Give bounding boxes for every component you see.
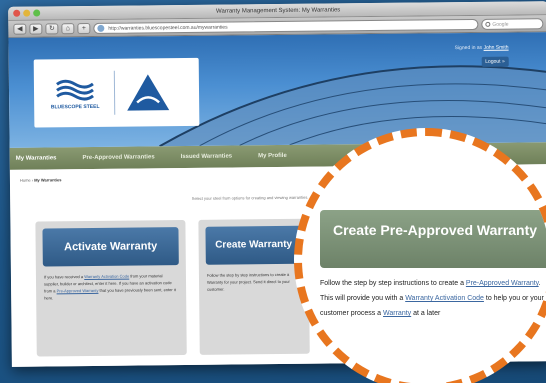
zoom-activation-code-link[interactable]: Warranty Activation Code — [405, 295, 484, 302]
bluescope-waves-icon — [56, 79, 94, 101]
nav-item-issued-warranties[interactable]: Issued Warranties — [181, 154, 233, 161]
home-icon[interactable]: ⌂ — [61, 22, 75, 34]
activation-code-link[interactable]: Warranty Activation Code — [84, 274, 129, 279]
logo-panel: BLUESCOPE STEEL — [33, 57, 200, 128]
activate-warranty-card[interactable]: Activate Warranty If you have received a… — [35, 219, 187, 357]
close-window-button[interactable] — [13, 9, 21, 17]
back-button[interactable]: ◀ — [13, 23, 27, 35]
activate-warranty-description: If you have received a Warranty Activati… — [44, 272, 178, 301]
nav-item-pre-approved-warranties[interactable]: Pre-Approved Warranties — [82, 154, 154, 161]
globe-icon — [97, 24, 105, 32]
address-bar[interactable]: http://warranties.bluescopesteel.com.au/… — [93, 18, 479, 34]
signed-in-status: Signed in as John Smith — [455, 45, 509, 52]
colorbond-triangle-logo — [127, 74, 170, 111]
signed-in-prefix: Signed in as — [454, 44, 483, 52]
zoom-text-d: at a later — [411, 310, 441, 317]
zoom-warranty-link[interactable]: Warranty — [383, 310, 411, 317]
breadcrumb: Home › My Warranties — [20, 177, 62, 182]
zoom-window-button[interactable] — [33, 9, 41, 17]
zoom-pre-approved-warranty-link[interactable]: Pre-Approved Warranty — [466, 280, 539, 287]
bluescope-logo: BLUESCOPE STEEL — [46, 76, 104, 111]
zoom-text-a: Follow the step by step instructions to … — [320, 280, 466, 287]
search-placeholder: Google — [492, 21, 509, 28]
window-controls — [13, 9, 41, 17]
reload-icon[interactable]: ↻ — [45, 22, 59, 34]
create-pre-approved-warranty-button[interactable]: Create Pre-Approved Warranty — [320, 210, 546, 268]
breadcrumb-home[interactable]: Home — [20, 178, 31, 183]
minimize-window-button[interactable] — [23, 9, 31, 17]
create-warranty-button[interactable]: Create Warranty — [205, 225, 302, 265]
search-input[interactable]: Google — [481, 17, 544, 30]
breadcrumb-current: My Warranties — [34, 177, 62, 183]
window-title: Warranty Management System: My Warrantie… — [216, 7, 341, 15]
forward-button[interactable]: ▶ — [29, 22, 43, 35]
activate-warranty-button[interactable]: Activate Warranty — [42, 227, 179, 267]
nav-item-my-warranties[interactable]: My Warranties — [16, 155, 57, 161]
nav-item-my-profile[interactable]: My Profile — [258, 153, 287, 159]
search-icon — [485, 21, 491, 27]
address-bar-url: http://warranties.bluescopesteel.com.au/… — [108, 24, 228, 32]
create-pre-approved-description: Follow the step by step instructions to … — [320, 276, 546, 321]
activate-text-a: If you have received a — [43, 274, 85, 280]
pre-approved-warranty-link[interactable]: Pre-Approved Warranty — [57, 288, 99, 293]
logout-button[interactable]: Logout » — [481, 56, 509, 67]
create-warranty-card[interactable]: Create Warranty Follow the step by step … — [198, 218, 310, 355]
bluescope-logo-text: BLUESCOPE STEEL — [50, 103, 100, 111]
zoom-callout: Create Pre-Approved Warranty Follow the … — [294, 128, 546, 383]
logo-divider — [113, 70, 116, 115]
hero-banner: BLUESCOPE STEEL Signed in as John Smith … — [8, 32, 546, 148]
user-profile-link[interactable]: John Smith — [484, 45, 509, 51]
breadcrumb-separator: › — [31, 177, 34, 183]
add-bookmark-icon[interactable]: + — [77, 22, 91, 34]
create-warranty-description: Follow the step by step instructions to … — [206, 271, 290, 292]
